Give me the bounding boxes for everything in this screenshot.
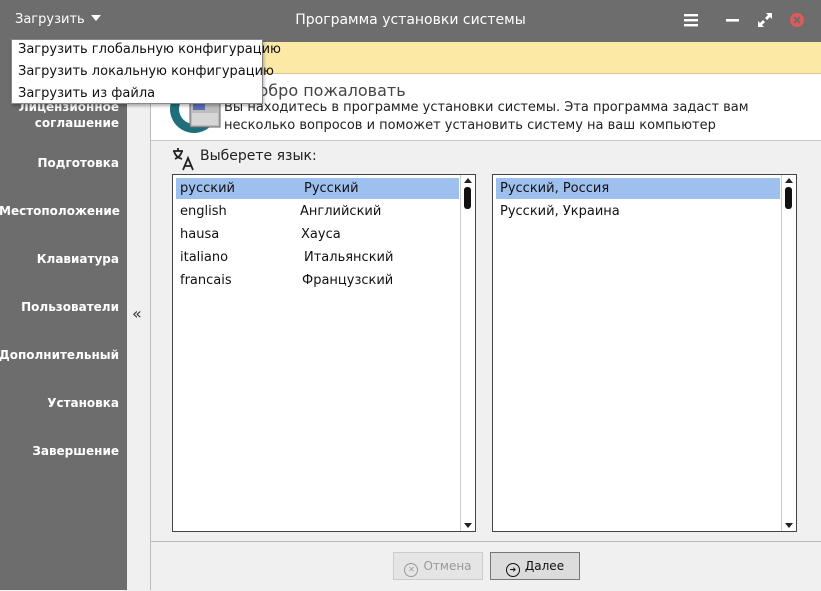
sidebar-item-finish[interactable]: Завершение: [0, 443, 119, 459]
translate-icon: [173, 148, 194, 171]
list-item[interactable]: english Английский: [176, 201, 459, 222]
language-label: Выберете язык:: [171, 146, 317, 176]
sidebar-item-keyboard[interactable]: Клавиатура: [0, 251, 119, 267]
scroll-down-icon[interactable]: [785, 523, 793, 528]
language-scrollbar[interactable]: [460, 175, 475, 531]
menu-item-load-file[interactable]: Загрузить из файла: [18, 86, 155, 101]
main-panel: Добро пожаловать Вы находитесь в програм…: [150, 42, 821, 591]
scroll-up-icon[interactable]: [785, 178, 793, 183]
cancel-button[interactable]: ✕ Отмена: [393, 552, 483, 580]
list-item[interactable]: Русский, Украина: [496, 201, 780, 222]
arrow-right-icon: ➜: [505, 563, 520, 577]
load-dropdown-menu: Загрузить глобальную конфигурацию Загруз…: [11, 39, 281, 104]
sidebar-item-additional[interactable]: Дополнительный: [0, 347, 119, 363]
hamburger-menu-icon[interactable]: [681, 10, 701, 30]
scroll-up-icon[interactable]: [464, 178, 472, 183]
double-chevron-left-icon: «: [132, 304, 142, 323]
scroll-down-icon[interactable]: [464, 523, 472, 528]
language-list[interactable]: русский Русский english Английский hausa Ха…: [172, 174, 476, 532]
sidebar-item-preparation[interactable]: Подготовка: [0, 155, 119, 171]
list-item[interactable]: italiano Итальянский: [176, 247, 459, 268]
list-item[interactable]: Русский, Россия: [496, 178, 780, 199]
welcome-text: Вы находитесь в программе установки сист…: [224, 100, 749, 133]
footer-bar: ✕ Отмена ➜ Далее: [151, 541, 821, 591]
next-button[interactable]: ➜ Далее: [490, 552, 580, 580]
sidebar-item-install[interactable]: Установка: [0, 395, 119, 411]
list-item[interactable]: francais Французский: [176, 270, 459, 291]
minimize-icon[interactable]: [723, 10, 743, 30]
list-item[interactable]: русский Русский: [176, 178, 459, 199]
scroll-thumb[interactable]: [464, 187, 471, 209]
locale-scrollbar[interactable]: [781, 175, 796, 531]
language-label-text: Выберете язык:: [200, 148, 317, 164]
sidebar-item-location[interactable]: Местоположение: [0, 203, 120, 219]
close-icon[interactable]: [787, 10, 807, 30]
welcome-title: Добро пожаловать: [246, 81, 406, 100]
sidebar: Лицензионное соглашение Подготовка Место…: [0, 42, 127, 590]
scroll-thumb[interactable]: [785, 187, 792, 209]
sidebar-collapse-button[interactable]: «: [127, 42, 150, 590]
locale-list[interactable]: Русский, Россия Русский, Украина: [492, 174, 797, 532]
menu-item-load-global[interactable]: Загрузить глобальную конфигурацию: [18, 42, 281, 57]
list-item[interactable]: hausa Хауса: [176, 224, 459, 245]
cancel-icon: ✕: [404, 563, 419, 577]
menu-item-load-local[interactable]: Загрузить локальную конфигурацию: [18, 64, 274, 79]
title-bar: Загрузить Программа установки системы: [0, 0, 821, 42]
sidebar-item-users[interactable]: Пользователи: [0, 299, 119, 315]
maximize-icon[interactable]: [755, 10, 775, 30]
